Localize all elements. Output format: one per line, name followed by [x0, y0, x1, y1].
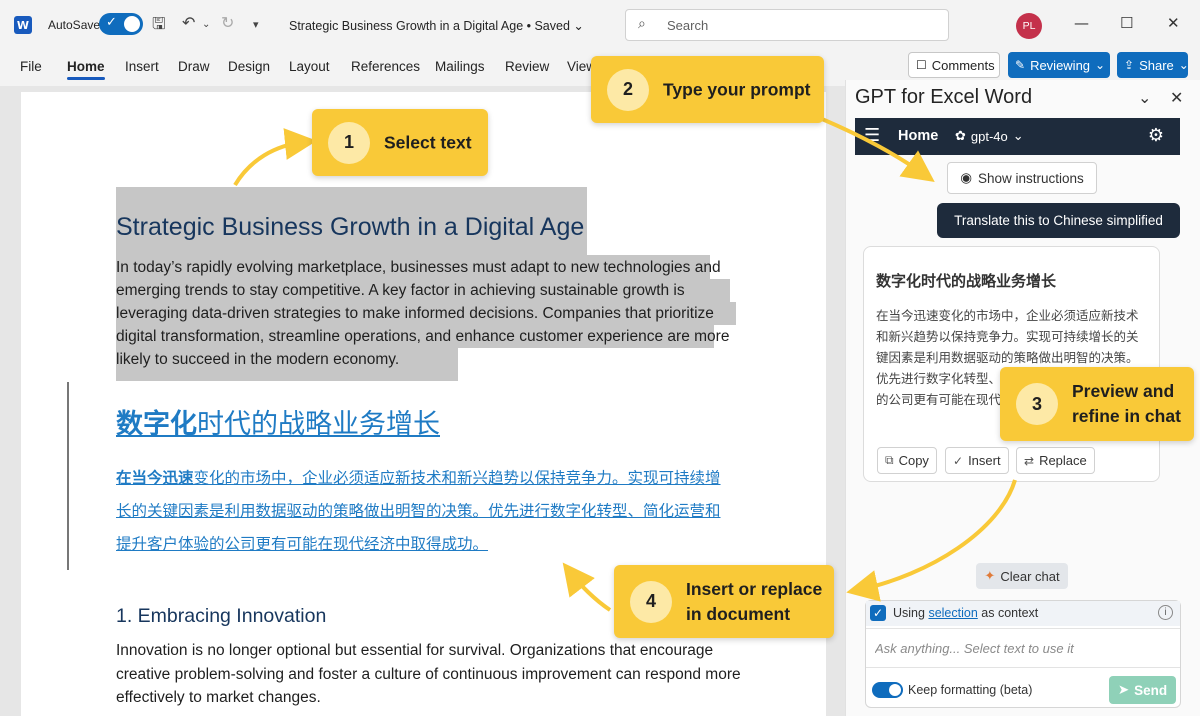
callout-3: 3 Preview and refine in chat — [1000, 367, 1194, 441]
redo-icon[interactable]: ↻ — [221, 13, 234, 32]
nav-home[interactable]: Home — [898, 128, 938, 144]
autosave-label: AutoSave — [48, 18, 101, 32]
translated-heading[interactable]: 数字化时代的战略业务增长 — [116, 402, 440, 441]
openai-icon: ✿ — [955, 129, 966, 144]
tab-review[interactable]: Review — [505, 59, 549, 74]
reviewing-icon: ✎ — [1015, 58, 1026, 72]
comment-icon: ☐ — [916, 58, 927, 72]
section-paragraph[interactable]: Innovation is no longer optional but ess… — [116, 639, 746, 710]
search-box[interactable]: ⌕ Search — [625, 9, 949, 41]
tab-mailings[interactable]: Mailings — [435, 59, 485, 74]
maximize-icon[interactable]: ☐ — [1120, 14, 1133, 32]
copy-button[interactable]: ⧉ Copy — [877, 447, 937, 474]
close-icon[interactable]: ✕ — [1167, 14, 1180, 32]
document-title[interactable]: Strategic Business Growth in a Digital A… — [289, 18, 584, 33]
callout-1: 1 Select text — [312, 109, 488, 176]
comments-button[interactable]: ☐ Comments — [908, 52, 1000, 78]
ask-input[interactable] — [866, 628, 1180, 668]
model-selector[interactable]: ✿ gpt-4o ⌄ — [955, 129, 1024, 144]
clear-chat-button[interactable]: ✦ Clear chat — [976, 563, 1068, 589]
send-button[interactable]: ➤ Send — [1109, 676, 1176, 704]
callout-number: 1 — [328, 121, 370, 164]
tab-home[interactable]: Home — [67, 59, 105, 80]
share-button[interactable]: ⇪ Share ⌄ — [1117, 52, 1189, 78]
document-heading[interactable]: Strategic Business Growth in a Digital A… — [116, 213, 584, 242]
tab-design[interactable]: Design — [228, 59, 270, 74]
use-selection-checkbox[interactable]: ✓ — [870, 605, 886, 621]
autosave-toggle[interactable]: ✓ — [99, 13, 143, 35]
translated-paragraph[interactable]: 在当今迅速变化的市场中，企业必须适应新技术和新兴趋势以保持竞争力。实现可持续增长… — [116, 462, 728, 561]
user-message: Translate this to Chinese simplified — [937, 203, 1180, 238]
ai-response-title: 数字化时代的战略业务增长 — [876, 272, 1057, 290]
callout-4: 4 Insert or replace in document — [614, 565, 834, 638]
reviewing-button[interactable]: ✎ Reviewing ⌄ — [1008, 52, 1110, 78]
callout-text: Type your prompt — [663, 79, 811, 99]
callout-number: 2 — [607, 68, 649, 111]
chevron-down-icon: ⌄ — [1012, 129, 1024, 144]
search-placeholder: Search — [667, 18, 709, 33]
copy-icon: ⧉ — [885, 453, 894, 467]
callout-2: 2 Type your prompt — [591, 56, 824, 123]
send-icon: ➤ — [1117, 682, 1130, 698]
word-logo-icon: W — [14, 16, 32, 34]
keep-formatting-label: Keep formatting (beta) — [908, 683, 1033, 697]
panel-collapse-icon[interactable]: ⌄ — [1138, 88, 1151, 107]
tab-insert[interactable]: Insert — [125, 59, 159, 74]
section-heading[interactable]: 1. Embracing Innovation — [116, 605, 326, 628]
context-label: Using selection as context — [893, 606, 1039, 620]
tab-file[interactable]: File — [20, 59, 42, 74]
menu-icon[interactable]: ☰ — [864, 125, 880, 146]
customize-toolbar-icon[interactable]: ▾ — [253, 18, 259, 31]
panel-title: GPT for Excel Word — [855, 86, 1033, 108]
undo-icon[interactable]: ↶ — [182, 13, 195, 32]
tab-layout[interactable]: Layout — [289, 59, 330, 74]
avatar[interactable]: PL — [1016, 13, 1042, 39]
callout-text: Select text — [384, 132, 472, 152]
keep-formatting-toggle[interactable] — [872, 682, 903, 698]
change-bar — [67, 382, 69, 570]
panel-close-icon[interactable]: ✕ — [1170, 88, 1183, 107]
check-icon: ✓ — [953, 453, 964, 468]
insert-button[interactable]: ✓ Insert — [945, 447, 1009, 474]
callout-number: 4 — [630, 580, 672, 623]
broom-icon: ✦ — [984, 568, 996, 584]
callout-text: Insert or replace in document — [686, 578, 823, 624]
eye-icon: ◉ — [960, 170, 972, 186]
share-icon: ⇪ — [1124, 58, 1135, 72]
callout-number: 3 — [1016, 383, 1058, 425]
panel-nav: ☰ Home ✿ gpt-4o ⌄ ⚙ — [855, 118, 1180, 155]
save-icon[interactable]: 🖫 — [152, 13, 166, 40]
callout-text: Preview and refine in chat — [1072, 381, 1181, 426]
selection-link[interactable]: selection — [928, 606, 977, 620]
check-icon: ✓ — [106, 15, 117, 30]
show-instructions-button[interactable]: ◉ Show instructions — [947, 162, 1097, 194]
replace-button[interactable]: ⇄ Replace — [1016, 447, 1095, 474]
document-paragraph[interactable]: In today’s rapidly evolving marketplace,… — [116, 256, 736, 371]
search-icon: ⌕ — [638, 16, 646, 32]
tab-draw[interactable]: Draw — [178, 59, 210, 74]
replace-icon: ⇄ — [1024, 453, 1035, 468]
minimize-icon[interactable]: — — [1074, 14, 1089, 32]
info-icon[interactable]: i — [1158, 605, 1173, 620]
gear-icon[interactable]: ⚙ — [1148, 125, 1164, 146]
tab-references[interactable]: References — [351, 59, 420, 74]
undo-dropdown-icon[interactable]: ⌄ — [202, 19, 210, 30]
